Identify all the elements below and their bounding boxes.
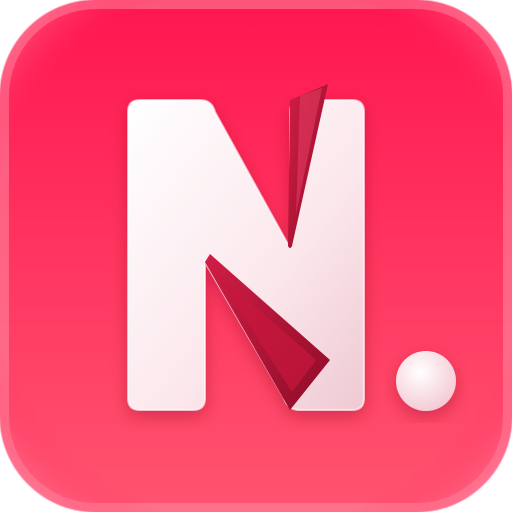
app-icon (0, 0, 512, 512)
app-icon-svg (0, 0, 512, 512)
dot-icon (396, 351, 456, 411)
